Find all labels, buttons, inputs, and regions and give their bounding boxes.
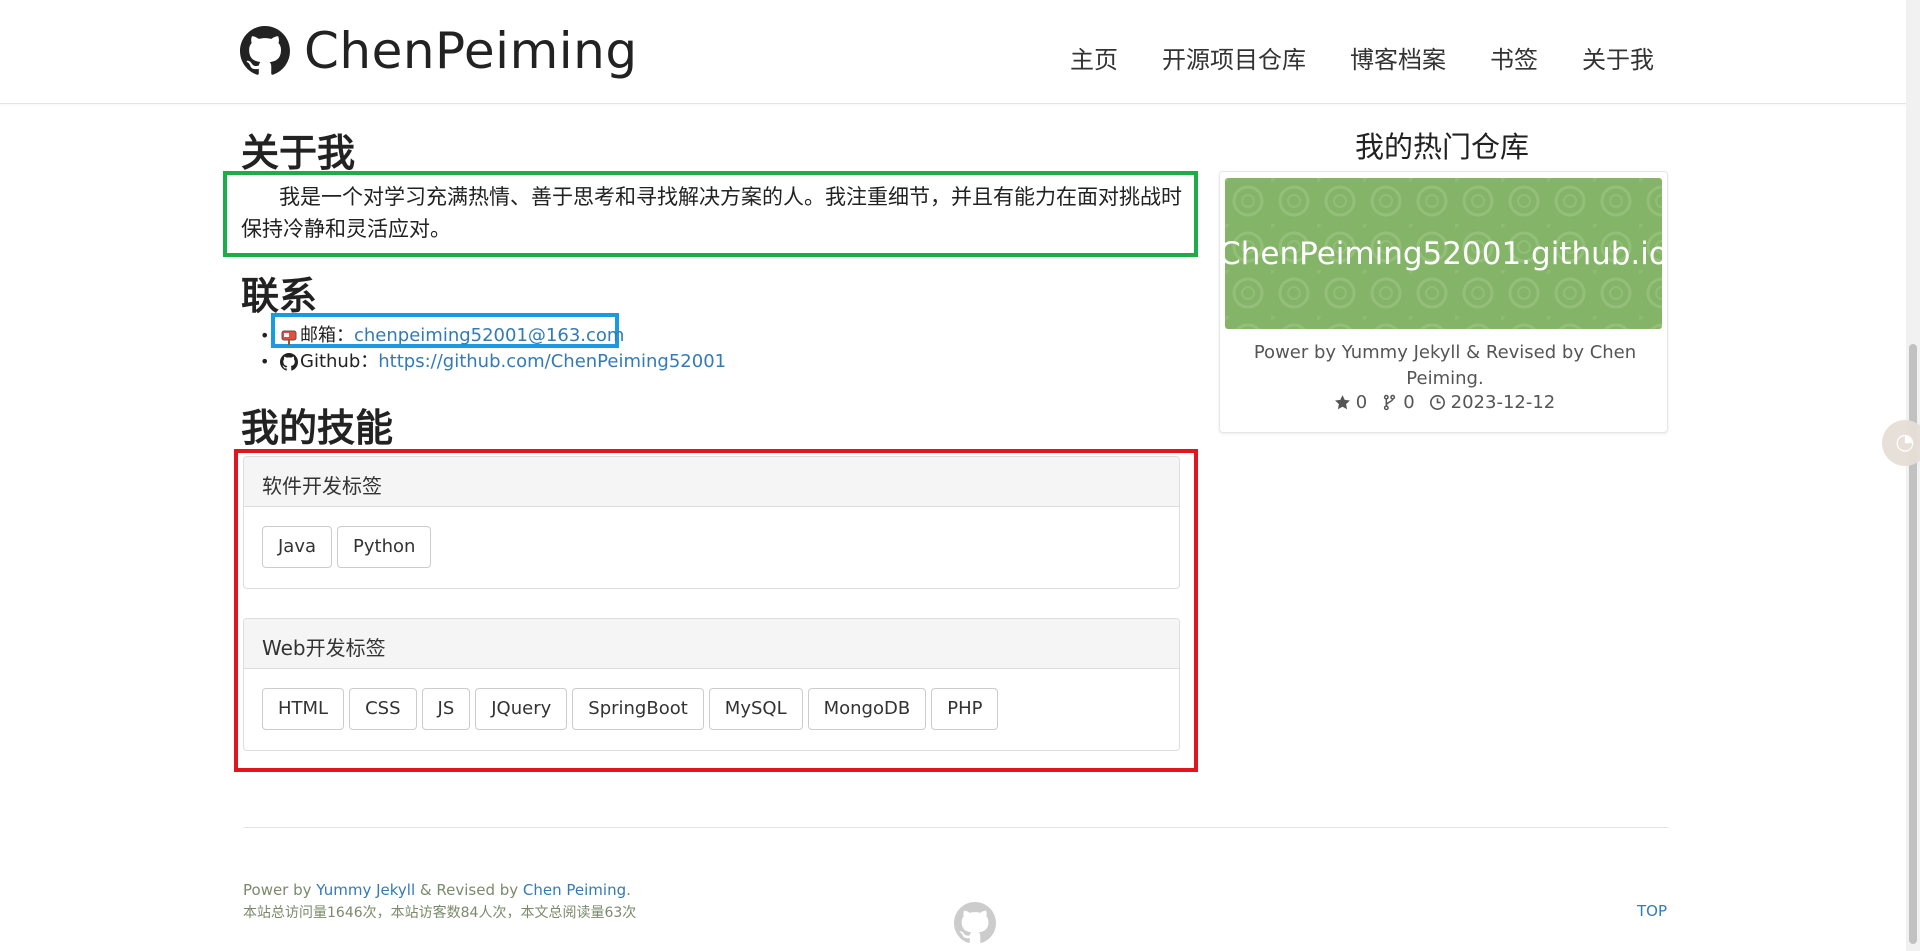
back-to-top-link[interactable]: TOP bbox=[1637, 902, 1667, 920]
skill-tag[interactable]: JQuery bbox=[475, 688, 568, 730]
about-title: 关于我 bbox=[241, 131, 356, 175]
repo-name[interactable]: ChenPeiming52001.github.io bbox=[1225, 178, 1662, 329]
nav-repos[interactable]: 开源项目仓库 bbox=[1162, 40, 1306, 75]
footer-period: . bbox=[626, 881, 631, 899]
star-count: 0 bbox=[1355, 392, 1368, 413]
clock-icon bbox=[1429, 395, 1445, 410]
github-icon bbox=[280, 353, 298, 371]
fork-icon bbox=[1384, 394, 1396, 411]
skills-title: 我的技能 bbox=[241, 406, 394, 450]
contact-github-item: Github： https://github.com/ChenPeiming52… bbox=[258, 349, 726, 375]
github-icon[interactable] bbox=[954, 902, 996, 944]
github-link[interactable]: https://github.com/ChenPeiming52001 bbox=[378, 349, 726, 375]
skill-tag[interactable]: JS bbox=[421, 688, 471, 730]
skill-tag[interactable]: MongoDB bbox=[807, 688, 927, 730]
nav-about[interactable]: 关于我 bbox=[1582, 40, 1654, 75]
author-link[interactable]: Chen Peiming bbox=[523, 881, 626, 899]
footer-divider bbox=[243, 827, 1669, 828]
contact-list: 邮箱： chenpeiming52001@163.com Github： htt… bbox=[258, 323, 726, 375]
main-nav: 主页 开源项目仓库 博客档案 书签 关于我 bbox=[1070, 40, 1654, 75]
panel-body: Java Python bbox=[244, 507, 1179, 587]
contact-title: 联系 bbox=[241, 274, 318, 318]
date-text: 2023-12-12 bbox=[1450, 392, 1556, 413]
repo-banner[interactable]: ChenPeiming52001.github.io bbox=[1225, 178, 1662, 329]
panel-heading: 软件开发标签 bbox=[244, 457, 1179, 507]
skill-tag[interactable]: Python bbox=[337, 526, 432, 568]
popular-repos-title: 我的热门仓库 bbox=[1354, 130, 1529, 164]
github-icon bbox=[240, 26, 290, 75]
footer-credits: Power by Yummy Jekyll & Revised by Chen … bbox=[243, 879, 631, 901]
brand-link[interactable]: ChenPeiming bbox=[240, 22, 638, 80]
floating-widget-icon[interactable]: ◔ bbox=[1882, 420, 1920, 466]
skill-tag[interactable]: MySQL bbox=[708, 688, 803, 730]
skill-panel-web: Web开发标签 HTML CSS JS JQuery SpringBoot My… bbox=[243, 618, 1180, 751]
skill-tag[interactable]: HTML bbox=[262, 688, 345, 730]
nav-archive[interactable]: 博客档案 bbox=[1350, 40, 1446, 75]
fork-count: 0 bbox=[1403, 392, 1415, 413]
about-text: 我是一个对学习充满热情、善于思考和寻找解决方案的人。我注重细节，并且有能力在面对… bbox=[241, 185, 1182, 241]
mailbox-icon bbox=[281, 330, 297, 345]
nav-home[interactable]: 主页 bbox=[1070, 40, 1118, 75]
email-label: 邮箱： bbox=[300, 325, 354, 346]
repo-forks: 0 bbox=[1381, 392, 1415, 413]
footer-stats: 本站总访问量1646次，本站访客数84人次，本文总阅读量63次 bbox=[243, 905, 637, 921]
skill-tag[interactable]: PHP bbox=[931, 688, 999, 730]
skill-panel-software: 软件开发标签 Java Python bbox=[243, 456, 1180, 589]
repo-date: 2023-12-12 bbox=[1429, 392, 1556, 413]
skill-tag[interactable]: SpringBoot bbox=[572, 688, 704, 730]
repo-description: Power by Yummy Jekyll & Revised by Chen … bbox=[1253, 342, 1637, 389]
panel-body: HTML CSS JS JQuery SpringBoot MySQL Mong… bbox=[244, 669, 1179, 749]
site-header: ChenPeiming 主页 开源项目仓库 博客档案 书签 关于我 bbox=[0, 0, 1920, 104]
contact-email-item: 邮箱： chenpeiming52001@163.com bbox=[258, 323, 726, 349]
repo-card[interactable]: ChenPeiming52001.github.io Power by Yumm… bbox=[1219, 171, 1668, 433]
email-link[interactable]: chenpeiming52001@163.com bbox=[354, 323, 624, 349]
footer-revised: & Revised by bbox=[415, 881, 523, 899]
footer-power-by: Power by bbox=[243, 881, 317, 899]
yummy-jekyll-link[interactable]: Yummy Jekyll bbox=[316, 881, 415, 899]
page-scrollbar[interactable] bbox=[1906, 0, 1920, 951]
repo-meta: 0 0 2023-12-12 bbox=[1220, 392, 1669, 413]
skill-tag[interactable]: Java bbox=[262, 526, 333, 568]
nav-bookmarks[interactable]: 书签 bbox=[1490, 40, 1538, 75]
skill-tag[interactable]: CSS bbox=[349, 688, 417, 730]
github-label: Github： bbox=[300, 351, 379, 372]
star-icon bbox=[1334, 395, 1350, 410]
panel-heading: Web开发标签 bbox=[244, 619, 1179, 669]
repo-stars: 0 bbox=[1334, 392, 1367, 413]
brand-name: ChenPeiming bbox=[304, 22, 638, 80]
